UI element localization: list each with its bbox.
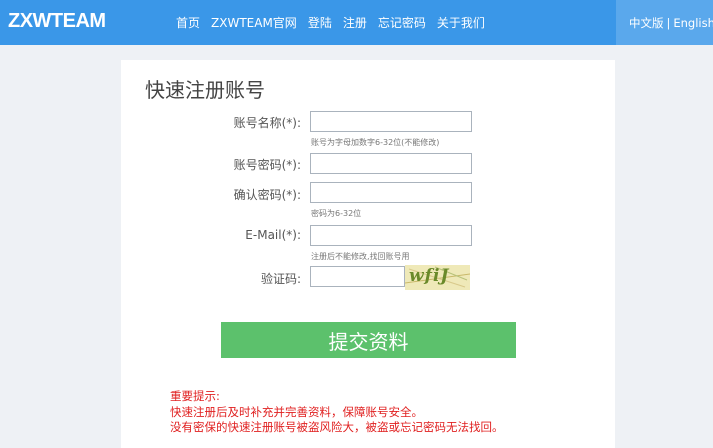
nav-home[interactable]: 首页: [176, 14, 200, 31]
nav-official-site[interactable]: ZXWTEAM官网: [211, 14, 297, 31]
captcha-image[interactable]: wfiJ: [405, 265, 470, 290]
lang-english-link[interactable]: English: [673, 16, 713, 30]
language-switcher: 中文版 | English: [616, 0, 713, 45]
confirm-password-field[interactable]: [310, 182, 472, 203]
nav-register[interactable]: 注册: [343, 14, 367, 31]
captcha-text: wfiJ: [409, 266, 450, 286]
nav-about-us[interactable]: 关于我们: [437, 14, 485, 31]
registration-panel: 快速注册账号 账号名称(*): 账号为字母加数字6-32位(不能修改) 账号密码…: [121, 60, 615, 448]
lang-separator: |: [666, 15, 671, 30]
password-hint: 密码为6-32位: [311, 209, 362, 218]
main-nav: 首页 ZXWTEAM官网 登陆 注册 忘记密码 关于我们: [176, 0, 496, 45]
top-navigation-bar: ZXWTEAM 首页 ZXWTEAM官网 登陆 注册 忘记密码 关于我们 中文版…: [0, 0, 713, 45]
nav-login[interactable]: 登陆: [308, 14, 332, 31]
username-hint: 账号为字母加数字6-32位(不能修改): [311, 138, 440, 147]
lang-chinese-link[interactable]: 中文版: [629, 15, 664, 31]
site-logo[interactable]: ZXWTEAM: [8, 10, 106, 33]
username-label: 账号名称(*):: [233, 116, 301, 130]
password-field[interactable]: [310, 153, 472, 174]
email-label: E-Mail(*):: [245, 228, 301, 242]
notice-title: 重要提示:: [170, 389, 220, 403]
captcha-field[interactable]: [310, 266, 405, 287]
password-label: 账号密码(*):: [233, 158, 301, 172]
submit-button[interactable]: 提交资料: [221, 322, 516, 358]
email-field[interactable]: [310, 225, 472, 246]
notice-line-2: 没有密保的快速注册账号被盗风险大，被盗或忘记密码无法找回。: [170, 420, 504, 434]
page-title: 快速注册账号: [145, 78, 265, 102]
confirm-password-label: 确认密码(*):: [233, 188, 301, 202]
captcha-label: 验证码:: [260, 272, 301, 286]
important-notice: 重要提示: 快速注册后及时补充并完善资料，保障账号安全。 没有密保的快速注册账号…: [170, 389, 504, 436]
nav-forgot-password[interactable]: 忘记密码: [378, 14, 426, 31]
email-hint: 注册后不能修改,找回账号用: [311, 252, 410, 261]
notice-line-1: 快速注册后及时补充并完善资料，保障账号安全。: [170, 404, 423, 419]
username-field[interactable]: [310, 111, 472, 132]
